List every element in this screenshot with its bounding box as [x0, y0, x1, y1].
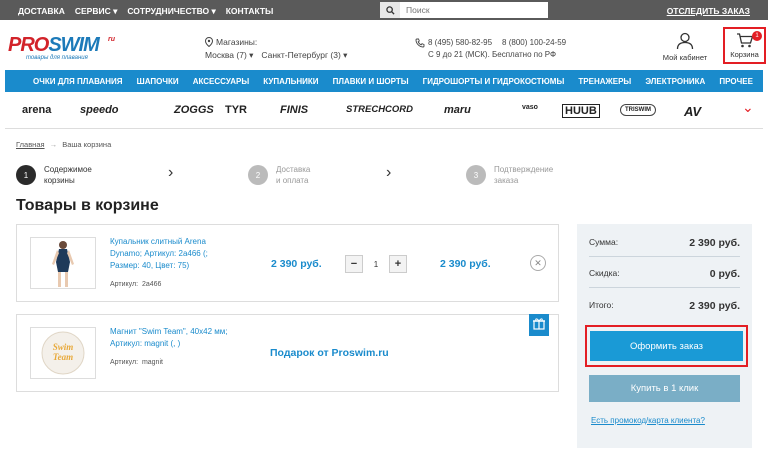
- step-number: 1: [16, 165, 36, 185]
- search-input[interactable]: [400, 2, 548, 18]
- promo-code-link[interactable]: Есть промокод/карта клиента?: [591, 416, 705, 425]
- product-image[interactable]: [30, 237, 96, 289]
- category-swimsuits[interactable]: КУПАЛЬНИКИ: [263, 77, 318, 86]
- category-goggles[interactable]: ОЧКИ ДЛЯ ПЛАВАНИЯ: [33, 77, 123, 86]
- category-caps[interactable]: ШАПОЧКИ: [137, 77, 179, 86]
- category-nav: ОЧКИ ДЛЯ ПЛАВАНИЯ ШАПОЧКИ АКСЕССУАРЫ КУП…: [5, 70, 763, 92]
- category-trunks[interactable]: ПЛАВКИ И ШОРТЫ: [333, 77, 409, 86]
- close-icon: ✕: [534, 257, 542, 268]
- item-total: 2 390 руб.: [440, 258, 491, 270]
- step-cart: 1 Содержимое корзины: [16, 164, 92, 186]
- checkout-steps: 1 Содержимое корзины › 2 Доставка и оплата…: [16, 164, 576, 194]
- city-spb[interactable]: Санкт-Петербург (3) ▾: [261, 50, 347, 61]
- cart-icon: [736, 33, 753, 48]
- cart-button[interactable]: 1 Корзина: [723, 27, 766, 64]
- brand-speedo-logo[interactable]: speedo: [80, 104, 119, 116]
- chevron-right-icon: ›: [168, 164, 174, 181]
- gift-icon: [533, 318, 545, 330]
- brand-zoggs-logo[interactable]: ZOGGS: [174, 104, 214, 116]
- city-moscow[interactable]: Москва (7) ▾: [205, 50, 253, 61]
- svg-text:Swim: Swim: [53, 342, 74, 352]
- step-number: 3: [466, 165, 486, 185]
- work-hours: С 9 до 21 (МСК). Бесплатно по РФ: [428, 50, 557, 59]
- product-sku: Артикул: 2a466: [110, 281, 162, 288]
- category-electronics[interactable]: ЭЛЕКТРОНИКА: [645, 77, 705, 86]
- gift-label: Подарок от Proswim.ru: [270, 347, 389, 359]
- checkout-button[interactable]: Оформить заказ: [590, 331, 743, 361]
- breadcrumb-current: Ваша корзина: [62, 140, 112, 149]
- product-image[interactable]: Swim Team: [30, 327, 96, 379]
- nav-cooperation[interactable]: СОТРУДНИЧЕСТВО ▾: [127, 6, 215, 17]
- brand-tyr-logo[interactable]: TYR: [225, 104, 247, 116]
- item-price: 2 390 руб.: [271, 258, 322, 270]
- product-name-link[interactable]: Магнит "Swim Team", 40x42 мм; Артикул: m…: [110, 326, 227, 350]
- cart-count-badge: 1: [752, 31, 762, 41]
- phone-free[interactable]: 8 (800) 100-24-59: [502, 38, 566, 47]
- chevron-down-icon[interactable]: ⌄: [742, 99, 754, 116]
- account-link[interactable]: Мой кабинет: [660, 32, 710, 62]
- buy-one-click-button[interactable]: Купить в 1 клик: [589, 375, 740, 402]
- brand-triswim-logo[interactable]: TRISWIM: [620, 104, 656, 116]
- location-pin-icon: [205, 37, 213, 47]
- phone-moscow[interactable]: 8 (495) 580-82-95: [428, 38, 492, 47]
- step-delivery: 2 Доставка и оплата: [248, 164, 310, 186]
- search-icon: [385, 5, 395, 15]
- brand-huub-logo[interactable]: HUUB: [562, 104, 600, 118]
- search-box: [380, 2, 548, 18]
- breadcrumb-home[interactable]: Главная: [16, 140, 45, 149]
- header: PROSWIM ru товары для плавания Магазины:…: [0, 20, 768, 70]
- summary-sum-row: Сумма: 2 390 руб.: [589, 237, 740, 249]
- nav-service[interactable]: СЕРВИС ▾: [75, 6, 118, 17]
- search-button[interactable]: [380, 2, 400, 18]
- track-order-link[interactable]: ОТСЛЕДИТЬ ЗАКАЗ: [667, 6, 750, 16]
- brand-strechcord-logo[interactable]: STRECHCORD: [346, 104, 413, 115]
- step-confirm: 3 Подтверждение заказа: [466, 164, 553, 186]
- phone-icon: [415, 38, 425, 48]
- product-sku: Артикул: magnit: [110, 359, 163, 366]
- magnet-image: Swim Team: [41, 331, 85, 375]
- category-other[interactable]: ПРОЧЕЕ: [719, 77, 753, 86]
- brand-strip: arena speedo ZOGGS TYR FINIS STRECHCORD …: [0, 96, 768, 126]
- brand-maru-logo[interactable]: maru: [444, 104, 471, 116]
- swimsuit-image: [52, 241, 74, 287]
- summary-total-row: Итого: 2 390 руб.: [589, 300, 740, 312]
- nav-delivery[interactable]: ДОСТАВКА: [18, 6, 65, 17]
- remove-item-button[interactable]: ✕: [530, 255, 546, 271]
- nav-contacts[interactable]: КОНТАКТЫ: [226, 6, 274, 17]
- order-button-highlight: Оформить заказ: [585, 325, 748, 367]
- quantity-value[interactable]: 1: [363, 260, 389, 269]
- phones-block: 8 (495) 580-82-95 8 (800) 100-24-59 С 9 …: [415, 38, 566, 59]
- cart-item: Купальник слитный Arena Dynamo; Артикул:…: [16, 224, 559, 302]
- stores-label: Магазины:: [216, 37, 258, 47]
- brand-av-logo[interactable]: AV: [684, 104, 701, 119]
- category-accessories[interactable]: АКСЕССУАРЫ: [193, 77, 249, 86]
- brand-vaso-logo[interactable]: vaso: [522, 104, 538, 111]
- site-logo[interactable]: PROSWIM ru товары для плавания: [8, 34, 115, 61]
- increase-quantity-button[interactable]: +: [389, 255, 407, 273]
- breadcrumb: Главная → Ваша корзина: [16, 140, 112, 149]
- stores-block: Магазины: Москва (7) ▾ Санкт-Петербург (…: [205, 37, 347, 61]
- top-bar: ДОСТАВКА СЕРВИС ▾ СОТРУДНИЧЕСТВО ▾ КОНТА…: [0, 0, 768, 20]
- summary-discount-row: Скидка: 0 руб.: [589, 268, 740, 280]
- page-title: Товары в корзине: [16, 197, 159, 214]
- gift-badge: [529, 314, 549, 336]
- svg-text:Team: Team: [53, 352, 73, 362]
- product-name-link[interactable]: Купальник слитный Arena Dynamo; Артикул:…: [110, 236, 208, 272]
- brand-arena-logo[interactable]: arena: [22, 104, 51, 116]
- top-nav: ДОСТАВКА СЕРВИС ▾ СОТРУДНИЧЕСТВО ▾ КОНТА…: [18, 6, 273, 17]
- divider: [5, 128, 763, 129]
- user-icon: [676, 32, 694, 50]
- gift-item: Swim Team Магнит "Swim Team", 40x42 мм; …: [16, 314, 559, 392]
- decrease-quantity-button[interactable]: −: [345, 255, 363, 273]
- chevron-right-icon: ›: [386, 164, 392, 181]
- category-wetsuits[interactable]: ГИДРОШОРТЫ И ГИДРОКОСТЮМЫ: [423, 77, 565, 86]
- step-number: 2: [248, 165, 268, 185]
- quantity-stepper: − 1 +: [345, 255, 407, 273]
- brand-finis-logo[interactable]: FINIS: [280, 104, 308, 116]
- category-trainers[interactable]: ТРЕНАЖЕРЫ: [578, 77, 631, 86]
